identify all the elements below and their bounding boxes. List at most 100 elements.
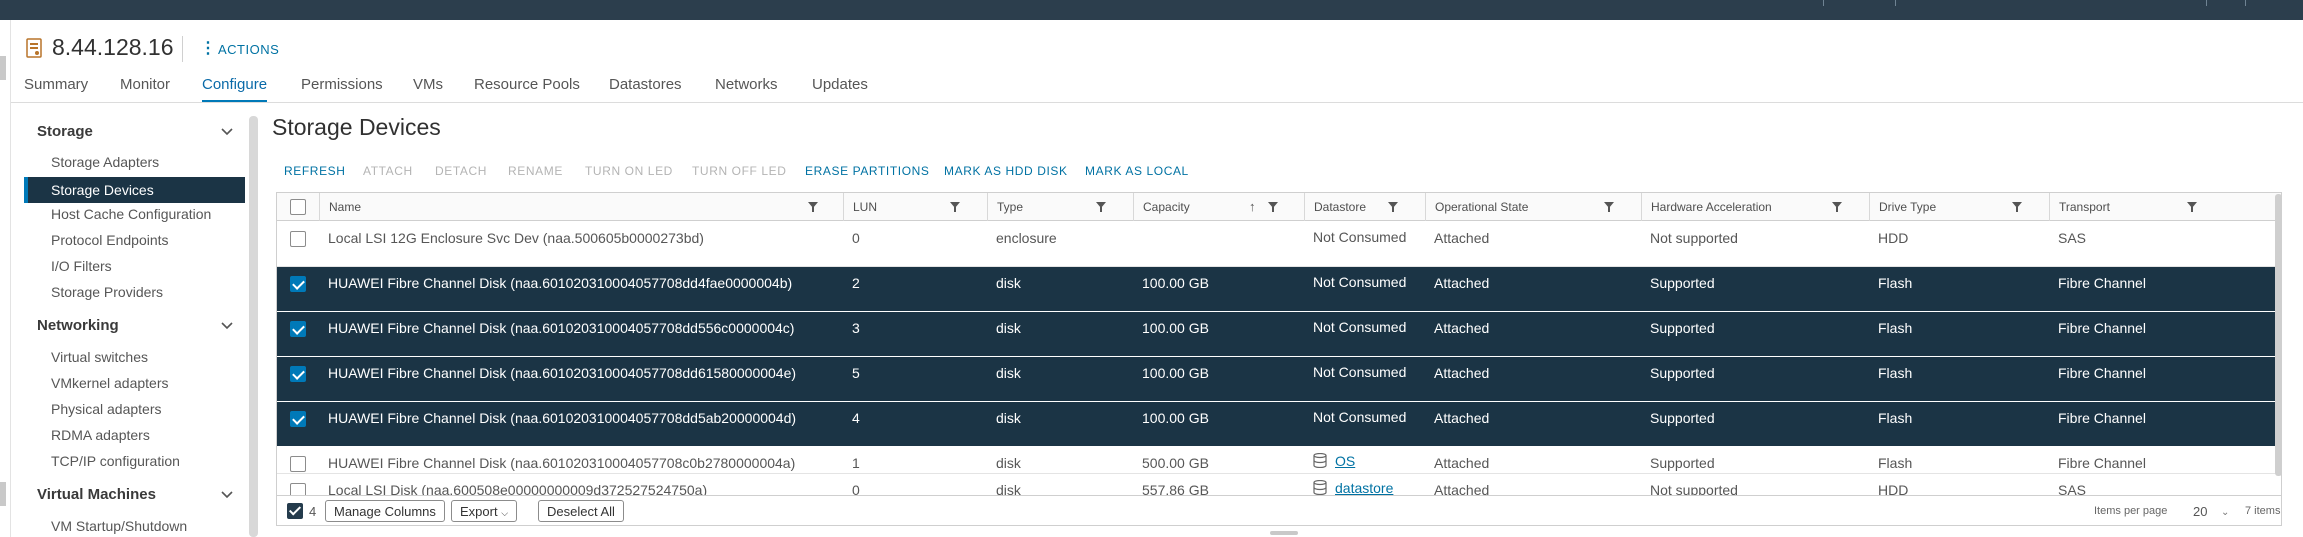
rename-button[interactable]: RENAME xyxy=(508,164,563,178)
filter-icon[interactable] xyxy=(1268,202,1278,212)
row-checkbox[interactable] xyxy=(290,321,306,337)
filter-icon[interactable] xyxy=(2187,202,2197,212)
cell-name: Local LSI 12G Enclosure Svc Dev (naa.500… xyxy=(328,230,704,246)
cell-lun: 0 xyxy=(852,230,860,246)
more-vertical-icon[interactable]: ⋮ xyxy=(200,38,216,58)
sidebar-item-storage-devices[interactable]: Storage Devices xyxy=(24,177,245,203)
chevron-down-icon[interactable] xyxy=(220,319,234,333)
filter-icon[interactable] xyxy=(2012,202,2022,212)
sidebar-item-storage-adapters[interactable]: Storage Adapters xyxy=(51,154,159,170)
filter-icon[interactable] xyxy=(1832,202,1842,212)
cell-drive: Flash xyxy=(1878,365,1913,381)
row-checkbox[interactable] xyxy=(290,456,306,472)
row-checkbox[interactable] xyxy=(290,231,306,247)
detach-button[interactable]: DETACH xyxy=(435,164,487,178)
cell-capacity: 100.00 GB xyxy=(1142,320,1209,336)
row-checkbox[interactable] xyxy=(290,276,306,292)
tab-vms[interactable]: VMs xyxy=(413,76,443,103)
sidebar-item-rdma-adapters[interactable]: RDMA adapters xyxy=(51,427,150,443)
cell-hw-accel: Supported xyxy=(1650,410,1715,426)
turn-on-led-button[interactable]: TURN ON LED xyxy=(585,164,673,178)
tab-configure[interactable]: Configure xyxy=(202,76,268,103)
mark-as-hdd-disk-button[interactable]: MARK AS HDD DISK xyxy=(944,164,1068,178)
tab-updates[interactable]: Updates xyxy=(812,76,868,103)
sidebar-group-networking[interactable]: Networking xyxy=(37,317,119,334)
column-header-transport[interactable]: Transport xyxy=(2049,193,2275,221)
filter-icon[interactable] xyxy=(950,202,960,212)
table-row[interactable]: HUAWEI Fibre Channel Disk (naa.601020310… xyxy=(277,267,2281,312)
refresh-button[interactable]: REFRESH xyxy=(284,164,346,178)
filter-icon[interactable] xyxy=(1604,202,1614,212)
cell-state: Attached xyxy=(1434,320,1490,336)
cell-state: Attached xyxy=(1434,275,1490,291)
row-checkbox[interactable] xyxy=(290,366,306,382)
cell-transport: Fibre Channel xyxy=(2058,455,2146,471)
cell-datastore[interactable]: datastore xyxy=(1313,480,1393,496)
tab-permissions[interactable]: Permissions xyxy=(301,76,383,103)
tab-summary[interactable]: Summary xyxy=(24,76,88,103)
grid-scrollbar[interactable] xyxy=(2275,194,2282,476)
table-row[interactable]: Local LSI 12G Enclosure Svc Dev (naa.500… xyxy=(277,222,2281,267)
table-row[interactable]: HUAWEI Fibre Channel Disk (naa.601020310… xyxy=(277,312,2281,357)
select-all-checkbox[interactable] xyxy=(290,199,306,215)
chevron-down-icon[interactable]: ⌄ xyxy=(2221,507,2229,518)
column-header-drive-type[interactable]: Drive Type xyxy=(1869,193,2049,221)
cell-hw-accel: Supported xyxy=(1650,320,1715,336)
cell-type: disk xyxy=(996,320,1021,336)
column-header-hardware-acceleration[interactable]: Hardware Acceleration xyxy=(1641,193,1869,221)
datastore-link[interactable]: OS xyxy=(1335,453,1355,469)
column-header-capacity[interactable]: Capacity ↑ xyxy=(1133,193,1304,221)
tab-monitor[interactable]: Monitor xyxy=(120,76,170,103)
table-row[interactable]: HUAWEI Fibre Channel Disk (naa.601020310… xyxy=(277,402,2281,447)
column-header-operational-state[interactable]: Operational State xyxy=(1425,193,1641,221)
sidebar-item-host-cache-configuration[interactable]: Host Cache Configuration xyxy=(51,206,211,222)
chevron-down-icon[interactable] xyxy=(220,488,234,502)
tab-resource-pools[interactable]: Resource Pools xyxy=(474,76,580,103)
selected-count: 4 xyxy=(309,504,317,519)
sidebar-item-virtual-switches[interactable]: Virtual switches xyxy=(51,349,148,365)
sidebar-item-storage-providers[interactable]: Storage Providers xyxy=(51,284,163,300)
rail-handle[interactable] xyxy=(0,56,6,80)
table-row[interactable]: HUAWEI Fibre Channel Disk (naa.601020310… xyxy=(277,357,2281,402)
sidebar-group-storage[interactable]: Storage xyxy=(37,123,93,140)
sidebar-item-io-filters[interactable]: I/O Filters xyxy=(51,258,112,274)
sidebar-item-physical-adapters[interactable]: Physical adapters xyxy=(51,401,162,417)
sidebar-item-vmkernel-adapters[interactable]: VMkernel adapters xyxy=(51,375,169,391)
chevron-down-icon: ⌵ xyxy=(501,508,509,518)
cell-lun: 5 xyxy=(852,365,860,381)
items-per-page-select[interactable]: 20 xyxy=(2193,504,2207,519)
sidebar-item-tcpip-configuration[interactable]: TCP/IP configuration xyxy=(51,453,180,469)
topbar-divider xyxy=(1823,0,1824,6)
sidebar-group-virtual-machines[interactable]: Virtual Machines xyxy=(37,486,156,503)
datastore-link[interactable]: datastore xyxy=(1335,480,1393,496)
export-button[interactable]: Export ⌵ xyxy=(451,500,518,522)
rail-handle[interactable] xyxy=(0,482,6,506)
manage-columns-button[interactable]: Manage Columns xyxy=(325,500,445,522)
mark-as-local-button[interactable]: MARK AS LOCAL xyxy=(1085,164,1189,178)
actions-menu-button[interactable]: ACTIONS xyxy=(218,42,279,57)
deselect-all-button[interactable]: Deselect All xyxy=(538,500,624,522)
table-row[interactable]: HUAWEI Fibre Channel Disk (naa.601020310… xyxy=(277,447,2281,474)
sidebar-item-vm-startup-shutdown[interactable]: VM Startup/Shutdown xyxy=(51,518,187,534)
resize-handle[interactable] xyxy=(1270,531,1298,535)
cell-datastore[interactable]: OS xyxy=(1313,453,1355,469)
sidebar-scrollbar[interactable] xyxy=(249,116,258,537)
filter-icon[interactable] xyxy=(1096,202,1106,212)
turn-off-led-button[interactable]: TURN OFF LED xyxy=(692,164,787,178)
tab-datastores[interactable]: Datastores xyxy=(609,76,682,103)
column-header-type[interactable]: Type xyxy=(987,193,1133,221)
erase-partitions-button[interactable]: ERASE PARTITIONS xyxy=(805,164,930,178)
tab-networks[interactable]: Networks xyxy=(715,76,778,103)
cell-transport: SAS xyxy=(2058,230,2087,246)
filter-icon[interactable] xyxy=(808,202,818,212)
filter-icon[interactable] xyxy=(1388,202,1398,212)
sort-ascending-icon[interactable]: ↑ xyxy=(1249,199,1256,214)
chevron-down-icon[interactable] xyxy=(220,125,234,139)
column-header-name[interactable]: Name xyxy=(319,193,843,221)
sidebar-item-protocol-endpoints[interactable]: Protocol Endpoints xyxy=(51,232,169,248)
selection-checkbox[interactable] xyxy=(287,503,303,519)
column-header-datastore[interactable]: Datastore xyxy=(1304,193,1425,221)
attach-button[interactable]: ATTACH xyxy=(363,164,413,178)
row-checkbox[interactable] xyxy=(290,411,306,427)
column-header-lun[interactable]: LUN xyxy=(843,193,987,221)
